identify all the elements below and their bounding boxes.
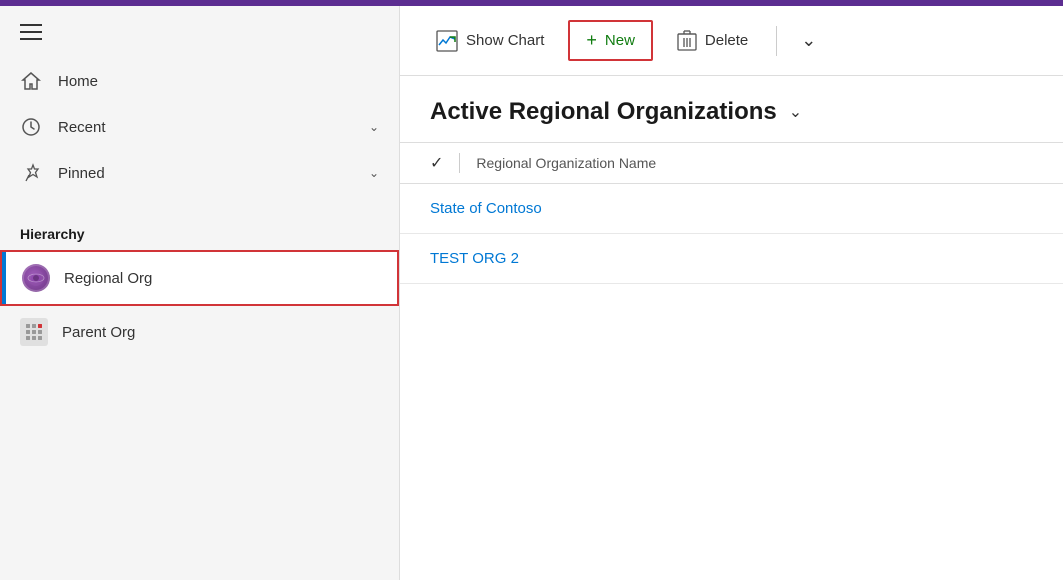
sidebar-item-pinned-label: Pinned [58, 165, 353, 182]
sidebar-item-home[interactable]: Home [0, 58, 399, 104]
sidebar: Home Recent ⌄ [0, 6, 400, 580]
plus-icon: + [586, 30, 597, 51]
sidebar-item-recent[interactable]: Recent ⌄ [0, 104, 399, 150]
list-item-link[interactable]: State of Contoso [430, 200, 542, 217]
regional-org-icon [22, 264, 50, 292]
checkmark-icon: ✓ [430, 153, 443, 173]
parent-org-icon [20, 318, 48, 346]
recent-chevron-icon: ⌄ [369, 120, 379, 134]
pinned-chevron-icon: ⌄ [369, 166, 379, 180]
header-separator [459, 153, 460, 173]
delete-label: Delete [705, 32, 748, 49]
new-label: New [605, 32, 635, 49]
home-icon [20, 70, 42, 92]
toolbar: Show Chart + New Delete [400, 6, 1063, 76]
parent-org-label: Parent Org [62, 324, 135, 341]
list-item-link[interactable]: TEST ORG 2 [430, 250, 519, 267]
page-content-area: Active Regional Organizations ⌄ ✓ Region… [400, 76, 1063, 580]
sidebar-nav: Home Recent ⌄ [0, 58, 399, 206]
show-chart-label: Show Chart [466, 32, 544, 49]
table-row[interactable]: TEST ORG 2 [400, 234, 1063, 284]
chart-icon [436, 30, 458, 52]
sidebar-item-parent-org[interactable]: Parent Org [0, 306, 399, 358]
hamburger-menu-button[interactable] [20, 24, 42, 40]
page-header: Active Regional Organizations ⌄ [400, 76, 1063, 142]
sidebar-header [0, 6, 399, 58]
show-chart-button[interactable]: Show Chart [420, 22, 560, 60]
sidebar-item-recent-label: Recent [58, 119, 353, 136]
main-content: Show Chart + New Delete [400, 6, 1063, 580]
pin-icon [20, 162, 42, 184]
sidebar-item-home-label: Home [58, 73, 379, 90]
recent-icon [20, 116, 42, 138]
page-title: Active Regional Organizations [430, 98, 777, 126]
regional-org-label: Regional Org [64, 270, 152, 287]
more-options-button[interactable]: ⌄ [789, 22, 828, 59]
page-title-chevron-icon[interactable]: ⌄ [789, 102, 802, 122]
chevron-down-icon: ⌄ [801, 30, 816, 51]
toolbar-separator [776, 26, 777, 56]
sidebar-item-pinned[interactable]: Pinned ⌄ [0, 150, 399, 196]
column-header-name: Regional Organization Name [476, 155, 656, 171]
new-button[interactable]: + New [568, 20, 653, 61]
delete-button[interactable]: Delete [661, 22, 764, 60]
delete-icon [677, 30, 697, 52]
hierarchy-section-title: Hierarchy [0, 206, 399, 250]
table-row[interactable]: State of Contoso [400, 184, 1063, 234]
active-accent [2, 252, 6, 304]
list-header: ✓ Regional Organization Name [400, 142, 1063, 184]
sidebar-item-regional-org[interactable]: Regional Org [0, 250, 399, 306]
